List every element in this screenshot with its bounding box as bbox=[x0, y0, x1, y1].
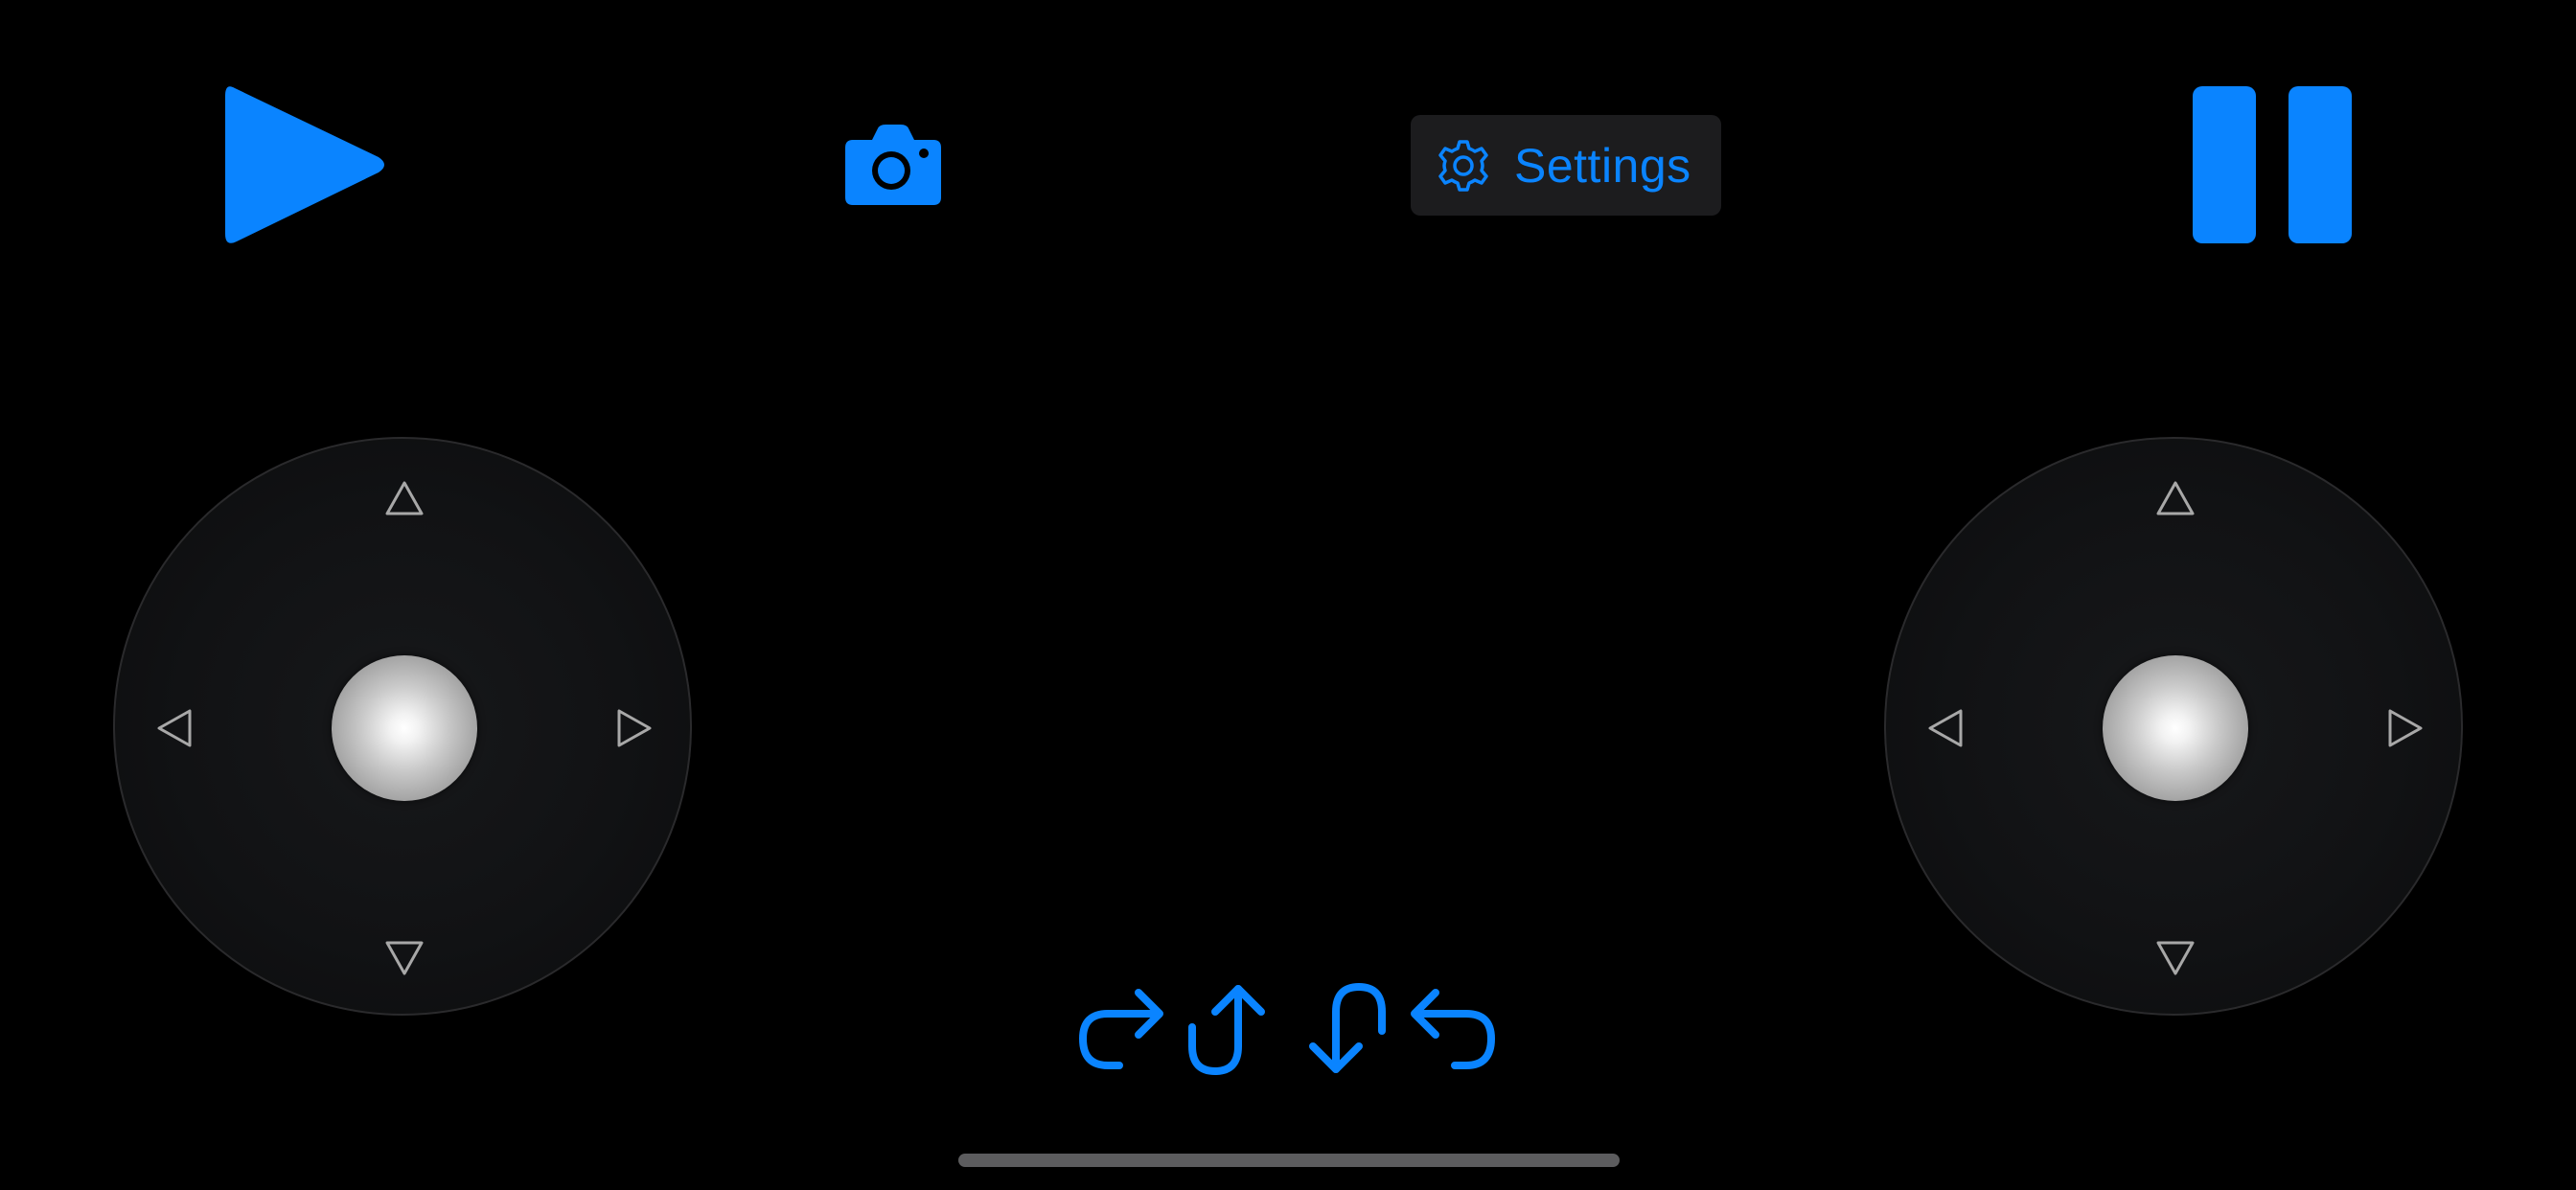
maneuver-u-turn-up-button[interactable] bbox=[1184, 981, 1280, 1077]
undo-arrow-icon bbox=[1411, 989, 1495, 1069]
right-joystick[interactable] bbox=[1884, 437, 2463, 1016]
redo-arrow-icon bbox=[1079, 989, 1163, 1069]
up-arrow-icon bbox=[2154, 477, 2196, 519]
maneuver-u-turn-down-button[interactable] bbox=[1294, 981, 1390, 1077]
pause-button[interactable] bbox=[2191, 84, 2354, 245]
maneuver-redo-button[interactable] bbox=[1075, 981, 1171, 1077]
down-arrow-icon bbox=[383, 937, 426, 979]
play-button[interactable] bbox=[216, 80, 398, 249]
right-arrow-icon bbox=[613, 707, 656, 749]
settings-label: Settings bbox=[1514, 138, 1691, 193]
play-icon bbox=[225, 86, 384, 243]
u-turn-up-icon bbox=[1188, 985, 1265, 1075]
pause-icon bbox=[2193, 86, 2352, 243]
left-joystick[interactable] bbox=[113, 437, 692, 1016]
right-arrow-icon bbox=[2384, 707, 2426, 749]
gear-icon bbox=[1438, 139, 1488, 192]
joystick-knob[interactable] bbox=[332, 655, 477, 801]
up-arrow-icon bbox=[383, 477, 426, 519]
home-indicator[interactable] bbox=[958, 1154, 1620, 1167]
joystick-knob[interactable] bbox=[2103, 655, 2248, 801]
u-turn-down-icon bbox=[1309, 983, 1386, 1073]
left-arrow-icon bbox=[1924, 707, 1966, 749]
settings-button[interactable]: Settings bbox=[1411, 115, 1721, 216]
down-arrow-icon bbox=[2154, 937, 2196, 979]
left-arrow-icon bbox=[153, 707, 196, 749]
camera-button[interactable] bbox=[843, 123, 943, 207]
maneuver-undo-button[interactable] bbox=[1403, 981, 1499, 1077]
camera-icon bbox=[845, 125, 941, 205]
